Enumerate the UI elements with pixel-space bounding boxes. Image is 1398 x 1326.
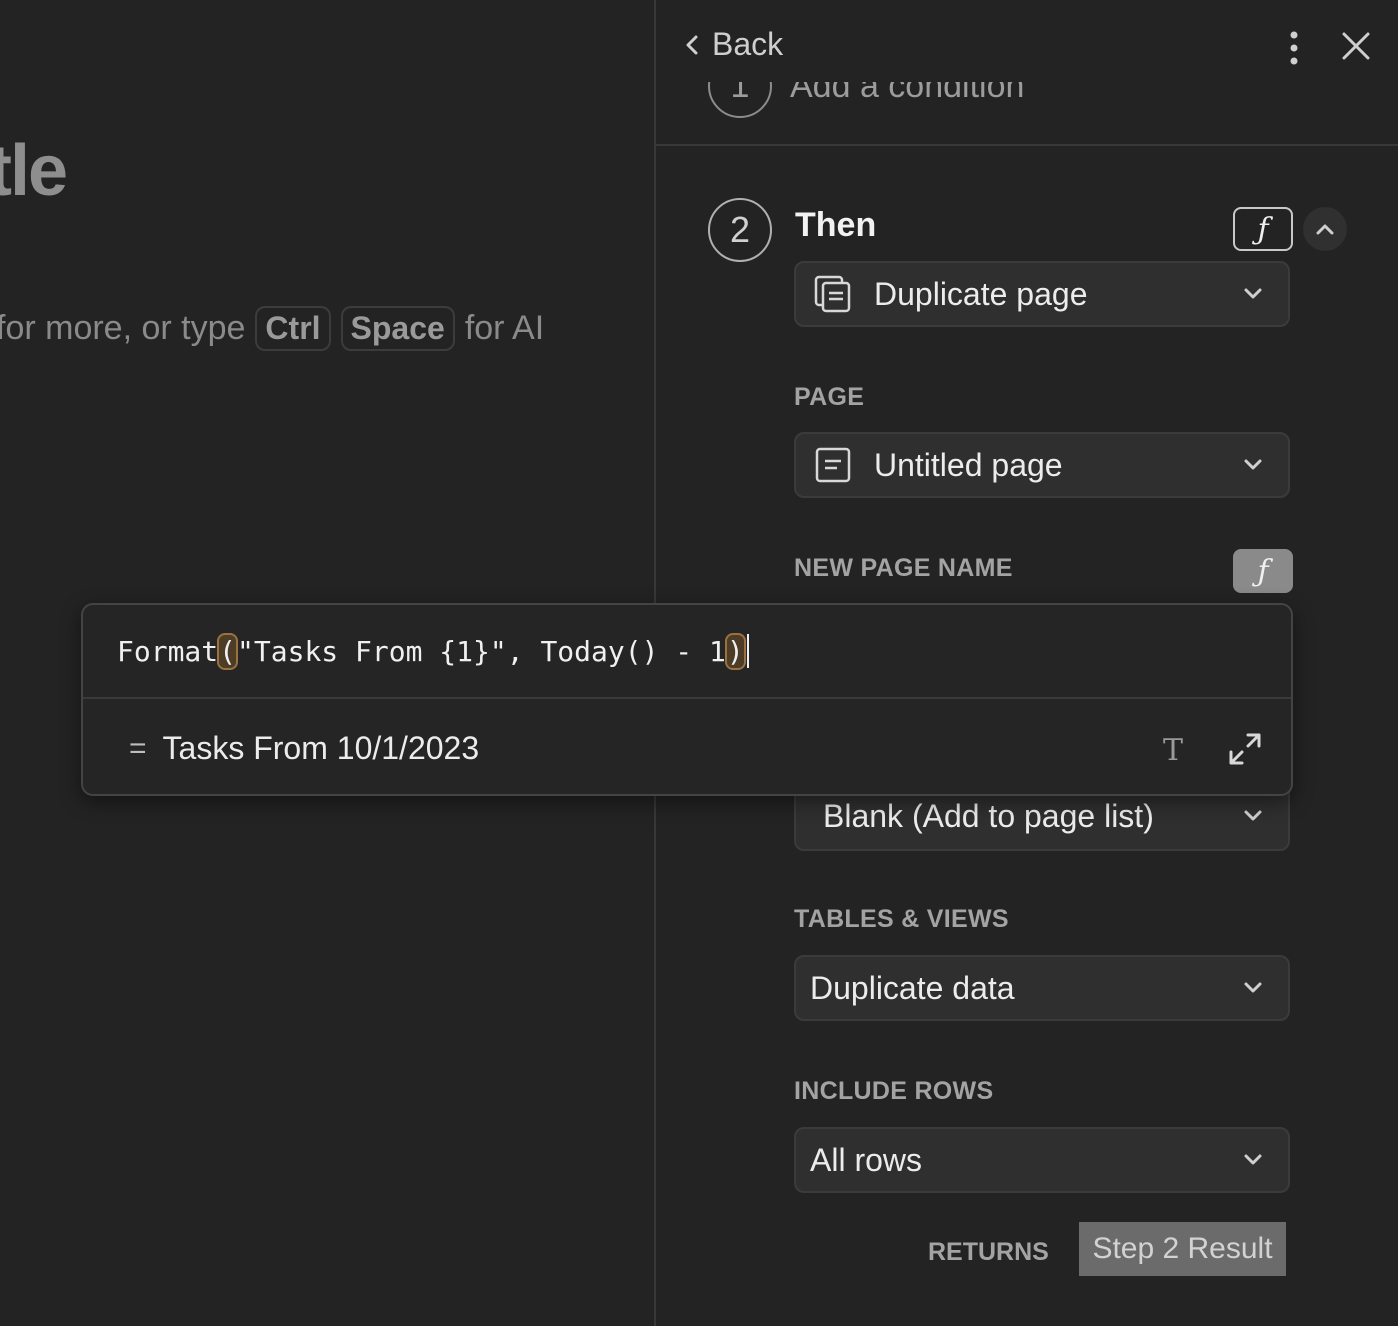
formula-editor-popup: Format("Tasks From {1}", Today() - 1) = …: [81, 603, 1293, 796]
equals-sign: =: [129, 731, 147, 765]
page-label: PAGE: [794, 383, 865, 411]
formula-args: "Tasks From {1}", Today() - 1: [237, 634, 726, 668]
formula-function-name: Format: [117, 634, 219, 668]
step-2-number: 2: [708, 198, 772, 262]
new-page-name-formula-button[interactable]: ƒ: [1233, 549, 1293, 593]
chevron-down-icon: [1244, 810, 1262, 821]
chevron-down-icon: [1244, 1154, 1262, 1165]
panel-header: 1 Add a condition Back: [656, 0, 1398, 146]
formula-input[interactable]: Format("Tasks From {1}", Today() - 1): [83, 605, 1291, 699]
duplicate-page-icon: [814, 275, 851, 313]
tables-views-select-value: Duplicate data: [810, 969, 1015, 1006]
document-title[interactable]: itle: [0, 130, 68, 212]
action-select[interactable]: Duplicate page: [794, 261, 1290, 327]
close-paren-highlight: ): [724, 632, 746, 670]
include-rows-select[interactable]: All rows: [794, 1127, 1290, 1193]
step-result-pill[interactable]: Step 2 Result: [1079, 1222, 1286, 1276]
page-select-value: Untitled page: [874, 446, 1063, 483]
include-rows-select-value: All rows: [810, 1141, 923, 1178]
chevron-left-icon: [686, 35, 698, 54]
formula-toggle-button[interactable]: ƒ: [1233, 207, 1293, 251]
hint-suffix: for AI: [464, 309, 545, 347]
back-label: Back: [712, 26, 784, 62]
formula-result-value: Tasks From 10/1/2023: [162, 730, 480, 766]
close-icon[interactable]: [1340, 30, 1372, 62]
text-type-icon[interactable]: T: [1163, 733, 1183, 768]
more-options-icon[interactable]: [1284, 30, 1304, 66]
action-select-value: Duplicate page: [874, 275, 1088, 312]
chevron-down-icon: [1244, 288, 1262, 299]
formula-result-row: = Tasks From 10/1/2023 T: [83, 701, 1291, 796]
text-caret: [746, 634, 749, 668]
step-2-label: Then: [795, 206, 877, 244]
open-paren-highlight: (: [217, 632, 239, 670]
new-page-name-label: NEW PAGE NAME: [794, 554, 1013, 582]
tables-views-label: TABLES & VIEWS: [794, 905, 1009, 933]
hint-prefix: for more, or type: [0, 309, 246, 347]
returns-label: RETURNS: [928, 1238, 1049, 1266]
document-placeholder-hint: for more, or type Ctrl Space for AI: [0, 306, 544, 351]
chevron-down-icon: [1244, 982, 1262, 993]
include-rows-label: INCLUDE ROWS: [794, 1077, 994, 1105]
collapse-step-button[interactable]: [1303, 207, 1347, 251]
chevron-down-icon: [1244, 459, 1262, 470]
page-icon: [815, 447, 851, 483]
chevron-up-icon: [1316, 224, 1334, 235]
tables-views-select[interactable]: Duplicate data: [794, 955, 1290, 1021]
back-button[interactable]: Back: [684, 26, 783, 63]
kbd-ctrl: Ctrl: [255, 306, 331, 351]
page-select[interactable]: Untitled page: [794, 432, 1290, 498]
position-select-value: Blank (Add to page list): [823, 797, 1154, 834]
kbd-space: Space: [340, 306, 455, 351]
expand-icon[interactable]: [1227, 731, 1263, 767]
